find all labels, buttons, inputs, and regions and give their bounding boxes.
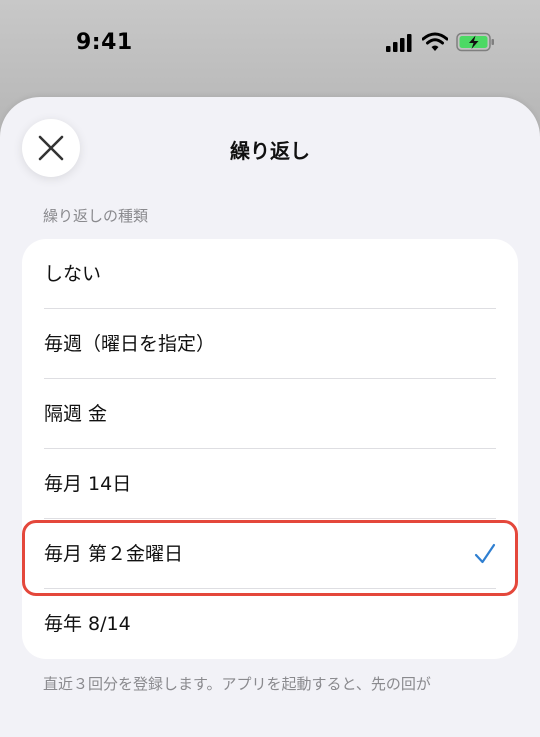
battery-charging-icon [456,32,494,52]
checkmark-icon [474,543,496,564]
cellular-signal-icon [386,34,412,52]
option-biweekly[interactable]: 隔週 金 [22,379,518,449]
sheet-title: 繰り返し [230,139,310,163]
wifi-icon [422,32,448,51]
option-monthly-date[interactable]: 毎月 14日 [22,449,518,519]
option-weekly[interactable]: 毎週（曜日を指定） [22,309,518,379]
section-header: 繰り返しの種類 [43,207,149,225]
option-label: 毎月 14日 [44,473,132,495]
option-label: 毎週（曜日を指定） [44,333,216,355]
repeat-options-list: しない 毎週（曜日を指定） 隔週 金 毎月 14日 毎月 第２金曜日 毎年 8/… [22,239,518,659]
option-yearly[interactable]: 毎年 8/14 [22,589,518,659]
option-label: しない [44,263,102,285]
option-monthly-weekday[interactable]: 毎月 第２金曜日 [22,519,518,589]
repeat-sheet: 繰り返し 繰り返しの種類 しない 毎週（曜日を指定） 隔週 金 毎月 14日 毎… [0,97,540,737]
status-icons [386,32,496,54]
option-label: 毎年 8/14 [44,613,131,635]
footnote: 直近３回分を登録します。アプリを起動すると、先の回が [43,675,431,693]
option-label: 毎月 第２金曜日 [44,543,184,565]
option-label: 隔週 金 [44,403,108,425]
status-time: 9:41 [76,30,133,55]
option-none[interactable]: しない [22,239,518,309]
status-bar: 9:41 [0,0,540,90]
